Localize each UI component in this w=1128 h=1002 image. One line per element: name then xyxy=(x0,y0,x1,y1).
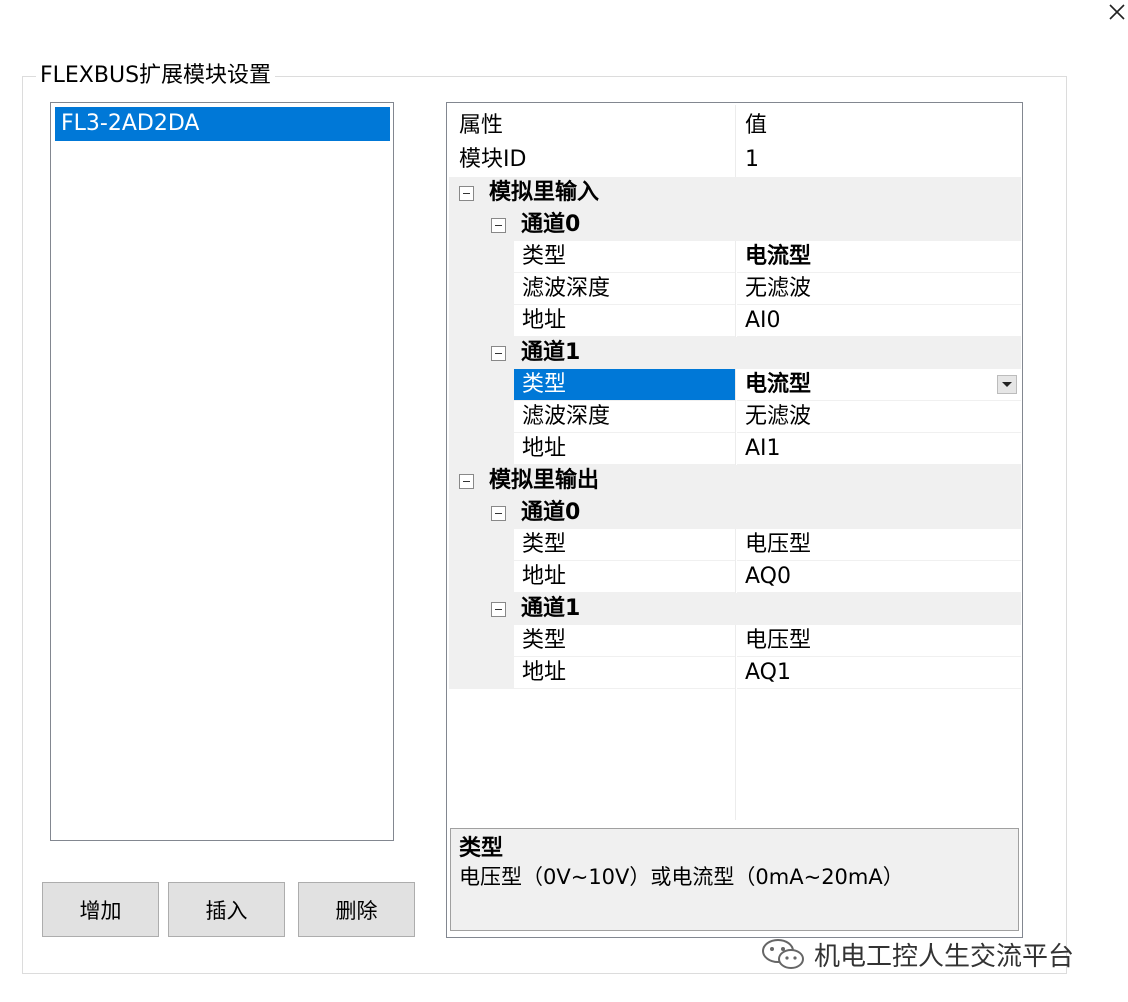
row-ao-ch1-type[interactable]: 类型 电压型 xyxy=(449,625,1021,657)
category-label: 模拟里输出 xyxy=(489,468,600,493)
prop-label: 类型 xyxy=(514,529,735,561)
row-module-id[interactable]: 模块ID 1 xyxy=(449,144,1021,176)
prop-value[interactable]: AQ0 xyxy=(737,561,1021,593)
subcategory-label: 通道1 xyxy=(521,596,581,621)
prop-label: 地址 xyxy=(514,305,735,337)
collapse-icon[interactable] xyxy=(459,474,474,489)
subcategory-label: 通道1 xyxy=(521,340,581,365)
subcategory-ai-ch0[interactable]: 通道0 xyxy=(449,209,1021,241)
prop-label: 地址 xyxy=(514,433,735,465)
category-label: 模拟里输入 xyxy=(489,180,600,205)
subcategory-ai-ch1[interactable]: 通道1 xyxy=(449,337,1021,369)
row-ai-ch0-type[interactable]: 类型 电流型 xyxy=(449,241,1021,273)
prop-value[interactable]: 电流型 xyxy=(737,369,1021,401)
prop-value[interactable]: 无滤波 xyxy=(737,401,1021,433)
help-title: 类型 xyxy=(459,836,504,861)
group-title: FLEXBUS扩展模块设置 xyxy=(36,62,276,90)
subcategory-ao-ch0[interactable]: 通道0 xyxy=(449,497,1021,529)
collapse-icon[interactable] xyxy=(459,186,474,201)
prop-label: 滤波深度 xyxy=(514,273,735,305)
help-panel: 类型 电压型（0V~10V）或电流型（0mA~20mA） xyxy=(450,828,1019,931)
header-value: 值 xyxy=(745,113,768,138)
watermark-text: 机电工控人生交流平台 xyxy=(814,941,1075,972)
grid-header: 属性 值 xyxy=(449,110,1021,142)
subcategory-ao-ch1[interactable]: 通道1 xyxy=(449,593,1021,625)
prop-label: 地址 xyxy=(514,657,735,689)
subcategory-label: 通道0 xyxy=(521,212,581,237)
module-list-item[interactable]: FL3-2AD2DA xyxy=(55,107,390,141)
prop-label: 模块ID xyxy=(459,147,527,172)
subcategory-label: 通道0 xyxy=(521,500,581,525)
row-ao-ch1-addr[interactable]: 地址 AQ1 xyxy=(449,657,1021,689)
prop-value[interactable]: AI0 xyxy=(737,305,1021,337)
header-prop: 属性 xyxy=(459,113,504,138)
collapse-icon[interactable] xyxy=(491,346,506,361)
category-analog-input[interactable]: 模拟里输入 xyxy=(449,177,1021,209)
category-analog-output[interactable]: 模拟里输出 xyxy=(449,465,1021,497)
help-description: 电压型（0V~10V）或电流型（0mA~20mA） xyxy=(459,865,904,889)
collapse-icon[interactable] xyxy=(491,218,506,233)
row-ai-ch1-filter[interactable]: 滤波深度 无滤波 xyxy=(449,401,1021,433)
delete-button[interactable]: 删除 xyxy=(298,882,415,937)
prop-label: 类型 xyxy=(514,625,735,657)
prop-value[interactable]: AI1 xyxy=(737,433,1021,465)
prop-value[interactable]: 电压型 xyxy=(737,529,1021,561)
prop-value[interactable]: 电压型 xyxy=(737,625,1021,657)
prop-label: 滤波深度 xyxy=(514,401,735,433)
collapse-icon[interactable] xyxy=(491,602,506,617)
close-icon xyxy=(1109,4,1125,20)
wechat-icon xyxy=(762,939,804,969)
prop-value[interactable]: 电流型 xyxy=(737,241,1021,273)
prop-label: 地址 xyxy=(514,561,735,593)
close-button[interactable] xyxy=(1106,0,1128,24)
add-button[interactable]: 增加 xyxy=(42,882,159,937)
dropdown-icon[interactable] xyxy=(997,375,1017,394)
prop-label-selected: 类型 xyxy=(514,369,735,401)
insert-button[interactable]: 插入 xyxy=(168,882,285,937)
prop-value[interactable]: AQ1 xyxy=(737,657,1021,689)
watermark: 机电工控人生交流平台 xyxy=(760,934,1074,974)
row-ai-ch1-addr[interactable]: 地址 AI1 xyxy=(449,433,1021,465)
module-list[interactable]: FL3-2AD2DA xyxy=(50,102,394,841)
prop-label: 类型 xyxy=(514,241,735,273)
row-ao-ch0-addr[interactable]: 地址 AQ0 xyxy=(449,561,1021,593)
collapse-icon[interactable] xyxy=(491,506,506,521)
row-ai-ch0-addr[interactable]: 地址 AI0 xyxy=(449,305,1021,337)
row-ai-ch1-type[interactable]: 类型 电流型 xyxy=(449,369,1021,401)
prop-value[interactable]: 1 xyxy=(737,144,1021,176)
prop-value[interactable]: 无滤波 xyxy=(737,273,1021,305)
row-ai-ch0-filter[interactable]: 滤波深度 无滤波 xyxy=(449,273,1021,305)
row-ao-ch0-type[interactable]: 类型 电压型 xyxy=(449,529,1021,561)
